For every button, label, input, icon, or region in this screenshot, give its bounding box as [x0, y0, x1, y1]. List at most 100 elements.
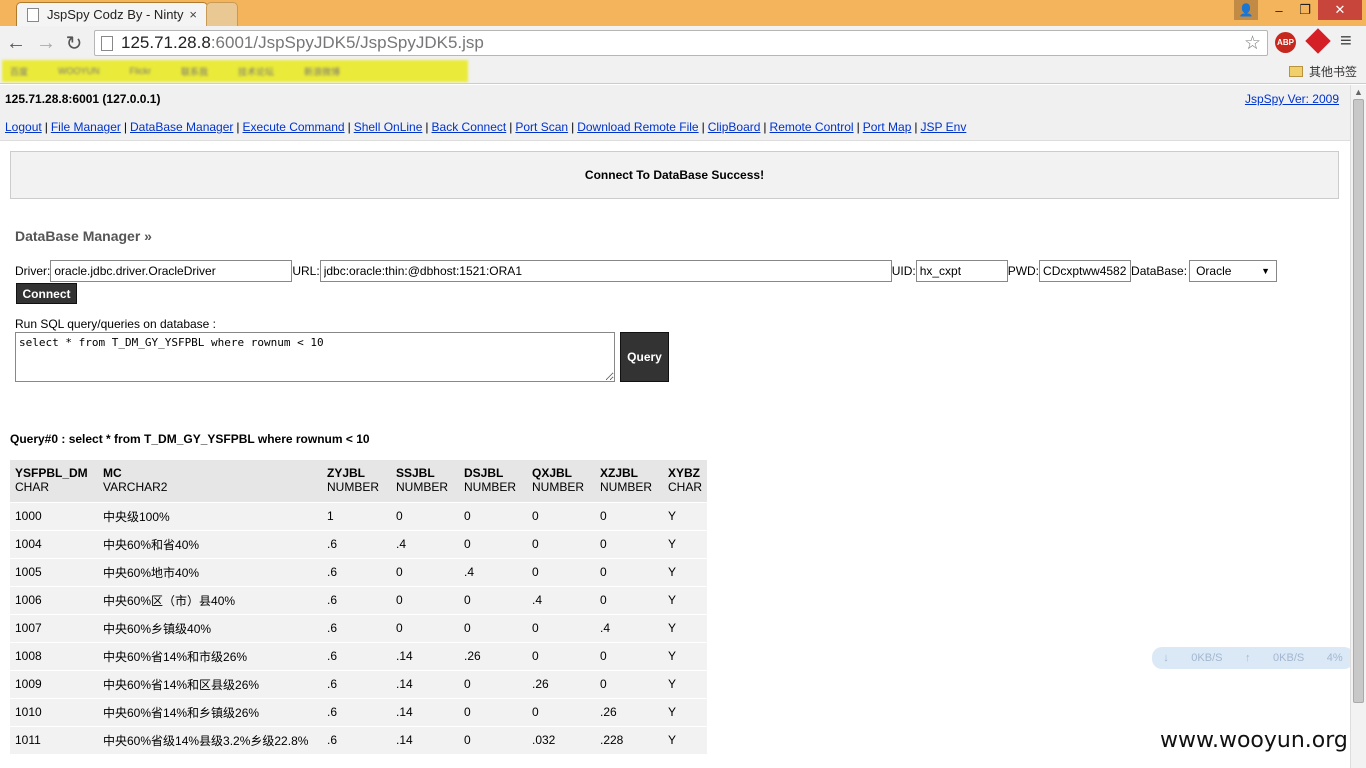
table-cell: Y — [663, 697, 708, 726]
minimize-icon[interactable]: – — [1266, 0, 1292, 20]
column-header: QXJBL NUMBER — [527, 460, 595, 502]
table-cell: 0 — [459, 501, 527, 530]
column-name: XZJBL — [600, 466, 639, 481]
close-window-icon[interactable]: ✕ — [1318, 0, 1362, 20]
column-type: NUMBER — [327, 480, 380, 495]
table-cell: 0 — [527, 641, 595, 670]
url-input[interactable] — [319, 260, 892, 282]
tab-title: JspSpy Codz By - Ninty — [47, 7, 184, 22]
table-cell: 1 — [322, 501, 391, 530]
table-cell: .6 — [322, 613, 391, 642]
table-cell: .6 — [322, 725, 391, 754]
table-cell: .6 — [322, 529, 391, 558]
maximize-icon[interactable]: ❐ — [1292, 0, 1318, 20]
network-speed-widget[interactable]: ↓ 0KB/S ↑ 0KB/S 4% — [1152, 647, 1350, 669]
browser-tab-active[interactable]: JspSpy Codz By - Ninty × — [16, 2, 208, 26]
adblock-icon[interactable]: ABP — [1275, 32, 1296, 53]
menu-link-logout[interactable]: Logout — [5, 120, 42, 134]
column-header: XZJBL NUMBER — [595, 460, 663, 502]
menu-separator: | — [914, 120, 918, 134]
connect-button[interactable]: Connect — [16, 283, 77, 304]
bookmark-item[interactable]: 联系我 — [181, 65, 208, 78]
user-profile-icon[interactable]: 👤 — [1234, 0, 1258, 20]
table-body: 1000 中央级100% 1 0 0 0 0 Y 1004 中央60%和省40% .6.4 0 0 0 Y 1… — [10, 501, 708, 754]
table-cell: 0 — [595, 641, 663, 670]
menu-link-execute-command[interactable]: Execute Command — [243, 120, 345, 134]
pwd-input[interactable] — [1039, 260, 1132, 282]
menu-link-database-manager[interactable]: DataBase Manager — [130, 120, 233, 134]
menu-link-file-manager[interactable]: File Manager — [51, 120, 121, 134]
scroll-thumb[interactable] — [1353, 99, 1364, 703]
column-name: YSFPBL_DM — [15, 466, 88, 481]
scroll-up-icon[interactable]: ▲ — [1354, 87, 1363, 97]
bookmark-item[interactable]: 新浪微博 — [304, 65, 340, 78]
menu-link-back-connect[interactable]: Back Connect — [432, 120, 507, 134]
url-path: :6001/JspSpyJDK5/JspSpyJDK5.jsp — [210, 33, 484, 52]
table-cell: 0 — [459, 669, 527, 698]
table-cell: Y — [663, 669, 708, 698]
menu-separator: | — [425, 120, 429, 134]
back-arrow-icon[interactable]: ← — [4, 31, 28, 55]
table-cell: 0 — [527, 697, 595, 726]
table-cell: .228 — [595, 725, 663, 754]
table-cell: 0 — [391, 585, 459, 614]
bookmarks-bar: 百度 WOOYUN Flickr 联系我 技术论坛 新浪微博 其他书签 — [0, 60, 1366, 84]
browser-titlebar: JspSpy Codz By - Ninty × 👤 – ❐ ✕ — [0, 0, 1366, 26]
menu-link-download-remote-file[interactable]: Download Remote File — [577, 120, 698, 134]
version-link[interactable]: JspSpy Ver: 2009 — [1245, 92, 1339, 106]
extension-diamond-icon[interactable] — [1305, 28, 1331, 54]
menu-link-clipboard[interactable]: ClipBoard — [708, 120, 761, 134]
bookmarks-blurred[interactable]: 百度 WOOYUN Flickr 联系我 技术论坛 新浪微博 — [2, 60, 468, 82]
table-cell: 1009 — [10, 669, 98, 698]
table-cell: .14 — [391, 669, 459, 698]
table-cell: .4 — [391, 529, 459, 558]
menu-link-shell-online[interactable]: Shell OnLine — [354, 120, 423, 134]
database-label: DataBase: — [1131, 264, 1188, 278]
menu-link-port-map[interactable]: Port Map — [863, 120, 912, 134]
address-bar[interactable]: 125.71.28.8:6001/JspSpyJDK5/JspSpyJDK5.j… — [94, 30, 1268, 56]
bookmark-item[interactable]: 百度 — [10, 65, 28, 78]
menu-link-remote-control[interactable]: Remote Control — [770, 120, 854, 134]
driver-input[interactable] — [50, 260, 293, 282]
query-button[interactable]: Query — [620, 332, 669, 382]
forward-arrow-icon[interactable]: → — [34, 31, 58, 55]
table-cell: 1007 — [10, 613, 98, 642]
reload-icon[interactable]: ↻ — [62, 31, 86, 55]
other-bookmarks[interactable]: 其他书签 — [1289, 63, 1357, 80]
other-bookmarks-label: 其他书签 — [1309, 65, 1358, 79]
table-cell: 0 — [391, 613, 459, 642]
page-scrollbar[interactable]: ▲ — [1350, 85, 1366, 768]
uid-input[interactable] — [915, 260, 1008, 282]
host-info: 125.71.28.8:6001 (127.0.0.1) — [5, 92, 161, 106]
table-header-row: YSFPBL_DM CHAR MC VARCHAR2 ZYJBL NUMBER SSJBL N… — [10, 460, 708, 502]
table-cell: 0 — [459, 725, 527, 754]
table-row: 1000 中央级100% 1 0 0 0 0 Y — [10, 501, 708, 530]
tab-close-icon[interactable]: × — [189, 7, 197, 22]
main-menu: Logout | File Manager | DataBase Manager | Exe… — [0, 113, 1350, 141]
bookmark-star-icon[interactable]: ☆ — [1244, 32, 1261, 55]
menu-separator: | — [856, 120, 860, 134]
table-cell: 0 — [527, 529, 595, 558]
table-cell: 1008 — [10, 641, 98, 670]
bookmark-item[interactable]: WOOYUN — [58, 66, 100, 76]
bookmark-item[interactable]: 技术论坛 — [238, 65, 274, 78]
table-cell: .26 — [459, 641, 527, 670]
pwd-label: PWD: — [1007, 264, 1040, 278]
new-tab-button[interactable] — [206, 2, 238, 26]
sql-label: Run SQL query/queries on database : — [15, 317, 217, 331]
table-cell: Y — [663, 725, 708, 754]
table-row: 1010 中央60%省14%和乡镇级26% .6.14 0 0.26 Y — [10, 697, 708, 726]
table-cell: 0 — [595, 669, 663, 698]
connection-form: Driver: URL: UID: PWD: DataBase: Oracle … — [15, 260, 1278, 282]
table-cell: Y — [663, 641, 708, 670]
table-cell: 0 — [527, 501, 595, 530]
column-name: XYBZ — [668, 466, 701, 481]
browser-menu-icon[interactable]: ≡ — [1340, 30, 1352, 53]
bookmark-item[interactable]: Flickr — [130, 66, 152, 76]
menu-link-port-scan[interactable]: Port Scan — [515, 120, 568, 134]
menu-link-jsp-env[interactable]: JSP Env — [921, 120, 967, 134]
sql-textarea[interactable]: select * from T_DM_GY_YSFPBL where rownu… — [15, 332, 615, 382]
column-type: CHAR — [15, 480, 50, 495]
table-cell: 中央60%省14%和区县级26% — [98, 669, 322, 698]
database-select[interactable]: Oracle ▼ — [1189, 260, 1278, 282]
